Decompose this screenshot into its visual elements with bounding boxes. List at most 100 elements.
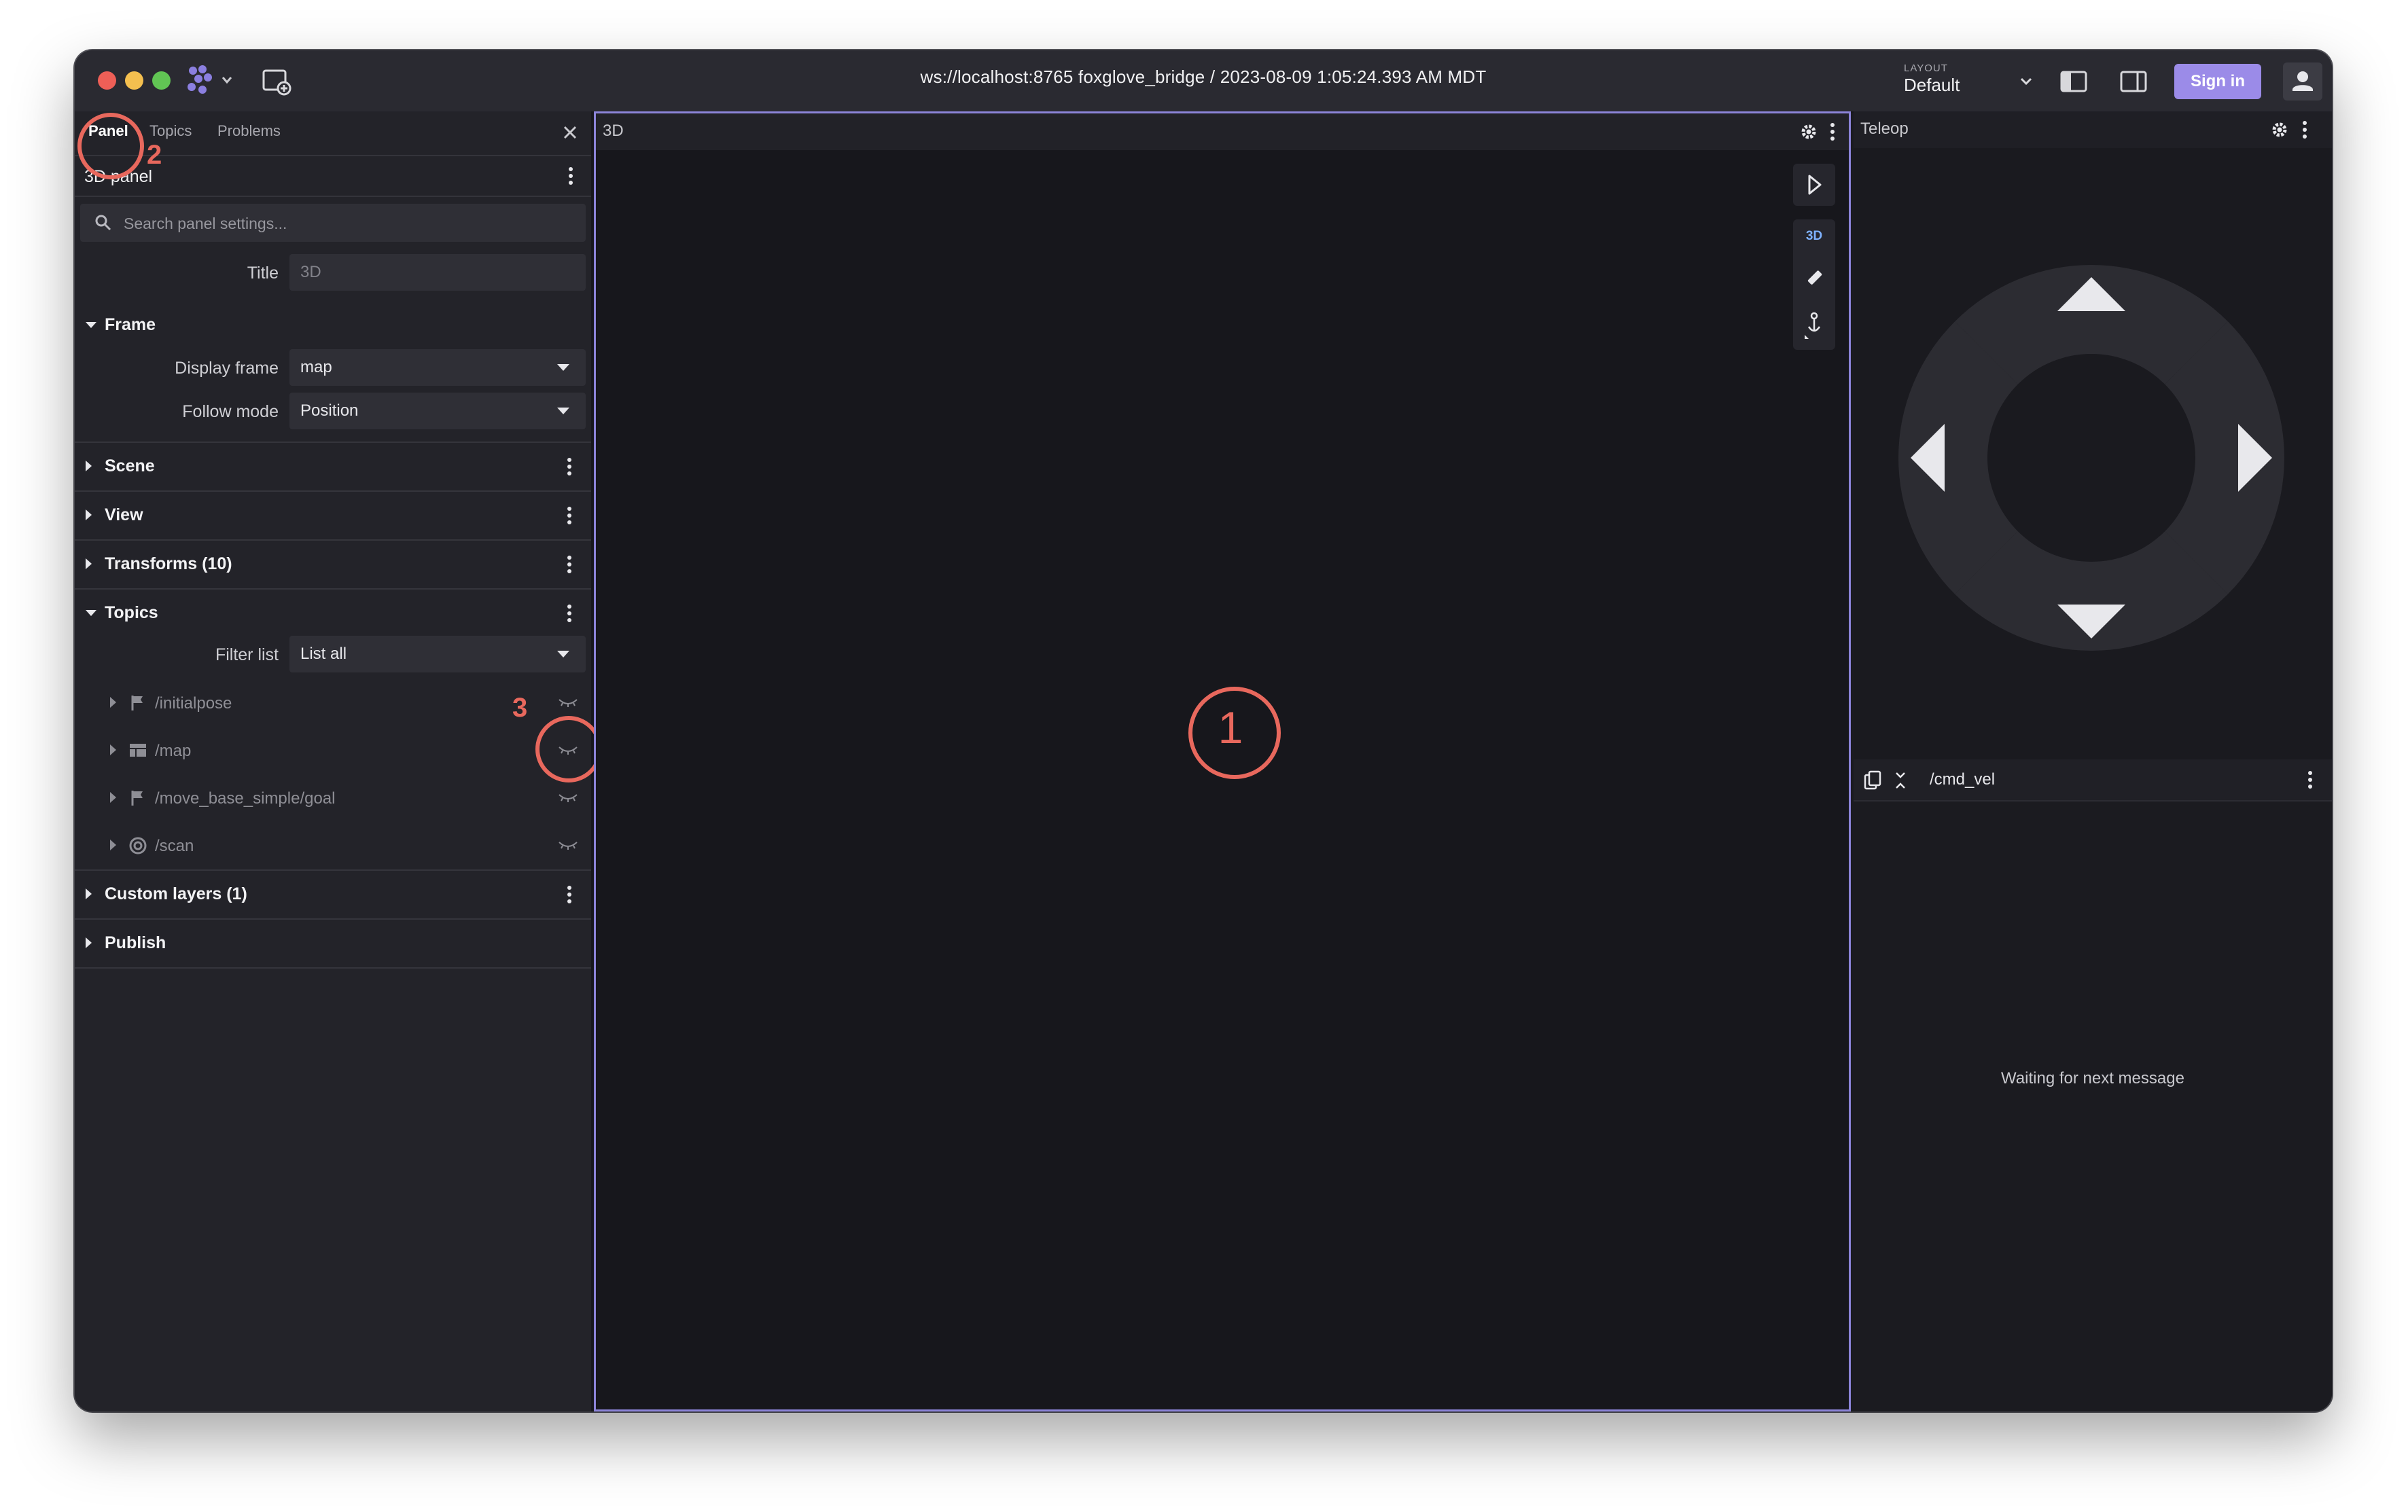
layout-selector[interactable]: LAYOUT Default [1896, 61, 2045, 101]
title-field[interactable]: 3D [289, 254, 586, 291]
caret-down-icon [86, 610, 96, 616]
caret-right-icon [86, 509, 92, 520]
section-view-label: View [105, 505, 143, 524]
tab-topics[interactable]: Topics [149, 122, 192, 140]
dropdown-caret-icon [557, 408, 569, 414]
gear-icon[interactable] [2271, 121, 2288, 139]
visibility-off-icon[interactable] [557, 696, 579, 709]
collapse-icon[interactable] [1893, 770, 1908, 791]
right-sidebar-toggle-icon[interactable] [2117, 67, 2150, 96]
cmd-vel-topic[interactable]: /cmd_vel [1930, 770, 1995, 789]
view-tools: 3D [1793, 219, 1835, 350]
teleop-dpad [1898, 265, 2284, 651]
flag-icon [131, 791, 143, 806]
3d-panel-title: 3D [603, 122, 624, 140]
caret-right-icon [86, 937, 92, 948]
more-vertical-icon[interactable] [567, 505, 572, 526]
follow-mode-label: Follow mode [182, 402, 279, 421]
settings-sidebar: Panel Topics Problems 3D panel Title 3D [75, 111, 594, 1411]
caret-right-icon [86, 888, 92, 899]
section-scene-label: Scene [105, 456, 155, 475]
section-transforms[interactable]: Transforms (10) [75, 541, 591, 590]
more-vertical-icon[interactable] [567, 884, 572, 905]
3d-panel[interactable]: 3D 3D 1 [594, 111, 1851, 1411]
title-bar: ws://localhost:8765 foxglove_bridge / 20… [75, 50, 2332, 113]
layout-value: Default [1904, 75, 1960, 95]
topic-name: /map [155, 742, 192, 760]
display-frame-select[interactable]: map [289, 349, 586, 386]
caret-down-icon [86, 322, 96, 328]
select-tool-button[interactable] [1793, 164, 1835, 206]
topic-name: /move_base_simple/goal [155, 789, 336, 808]
layout-label: LAYOUT [1904, 62, 1948, 74]
panel-settings-search[interactable] [80, 204, 586, 243]
annotation-number-2: 2 [147, 140, 162, 170]
caret-right-icon [110, 744, 116, 755]
annotation-number-3: 3 [512, 693, 528, 723]
dropdown-caret-icon [557, 364, 569, 371]
caret-right-icon [86, 461, 92, 471]
title-field-value: 3D [300, 263, 321, 281]
section-transforms-label: Transforms (10) [105, 554, 232, 573]
3d-mode-toggle[interactable]: 3D [1793, 229, 1835, 244]
visibility-off-icon[interactable] [557, 838, 579, 852]
close-icon[interactable] [560, 122, 580, 143]
user-avatar-button[interactable] [2283, 62, 2322, 101]
section-topics[interactable]: Topics [75, 590, 591, 637]
section-view[interactable]: View [75, 492, 591, 541]
3d-panel-toolbar: 3D [596, 113, 1849, 150]
section-custom-layers-label: Custom layers (1) [105, 884, 247, 903]
more-vertical-icon[interactable] [2307, 770, 2313, 790]
follow-mode-select[interactable]: Position [289, 393, 586, 429]
ruler-icon[interactable] [1805, 268, 1824, 287]
more-vertical-icon[interactable] [567, 456, 572, 477]
waiting-status: Waiting for next message [2001, 1069, 2184, 1087]
display-frame-label: Display frame [175, 359, 279, 378]
more-vertical-icon[interactable] [1830, 122, 1835, 142]
more-vertical-icon[interactable] [2302, 120, 2307, 140]
section-custom-layers[interactable]: Custom layers (1) [75, 871, 591, 920]
topic-name: /scan [155, 837, 194, 855]
more-vertical-icon[interactable] [567, 554, 572, 575]
topic-row-scan[interactable]: /scan [75, 822, 591, 871]
section-publish-label: Publish [105, 933, 166, 952]
dropdown-caret-icon [557, 651, 569, 658]
annotation-circle-2 [77, 113, 144, 179]
topic-name: /initialpose [155, 694, 232, 713]
visibility-off-icon[interactable] [557, 791, 579, 804]
caret-right-icon [86, 558, 92, 569]
section-publish[interactable]: Publish [75, 920, 591, 969]
copy-icon[interactable] [1863, 770, 1882, 791]
filter-list-label: Filter list [215, 645, 279, 664]
search-icon [95, 215, 111, 231]
filter-list-select[interactable]: List all [289, 636, 586, 672]
scan-icon [129, 837, 147, 854]
title-field-label: Title [247, 264, 279, 283]
cursor-icon [1808, 175, 1822, 195]
flag-icon [131, 696, 143, 710]
app-window: ws://localhost:8765 foxglove_bridge / 20… [75, 50, 2332, 1411]
publish-point-icon[interactable] [1805, 312, 1824, 339]
cmd-vel-toolbar: /cmd_vel [1854, 759, 2332, 802]
topic-row-map[interactable]: /map [75, 727, 591, 774]
annotation-number-1: 1 [1218, 702, 1243, 753]
section-frame[interactable]: Frame [75, 303, 591, 348]
display-frame-value: map [300, 358, 332, 376]
grid-icon [130, 744, 146, 757]
tab-problems[interactable]: Problems [217, 122, 281, 140]
more-vertical-icon[interactable] [568, 166, 573, 186]
caret-right-icon [110, 840, 116, 850]
more-vertical-icon[interactable] [567, 603, 572, 624]
sign-in-button[interactable]: Sign in [2174, 64, 2261, 99]
caret-right-icon [110, 697, 116, 708]
teleop-title: Teleop [1860, 120, 1909, 138]
chevron-down-icon [2020, 77, 2032, 86]
topic-row-move-base-simple-goal[interactable]: /move_base_simple/goal [75, 774, 591, 822]
search-input[interactable] [122, 204, 573, 243]
follow-mode-value: Position [300, 401, 359, 420]
section-scene[interactable]: Scene [75, 443, 591, 492]
raw-messages-panel: /cmd_vel Waiting for next message [1854, 759, 2332, 1411]
gear-icon[interactable] [1800, 123, 1818, 141]
left-sidebar-toggle-icon[interactable] [2057, 67, 2090, 96]
teleop-panel: Teleop [1854, 111, 2332, 762]
